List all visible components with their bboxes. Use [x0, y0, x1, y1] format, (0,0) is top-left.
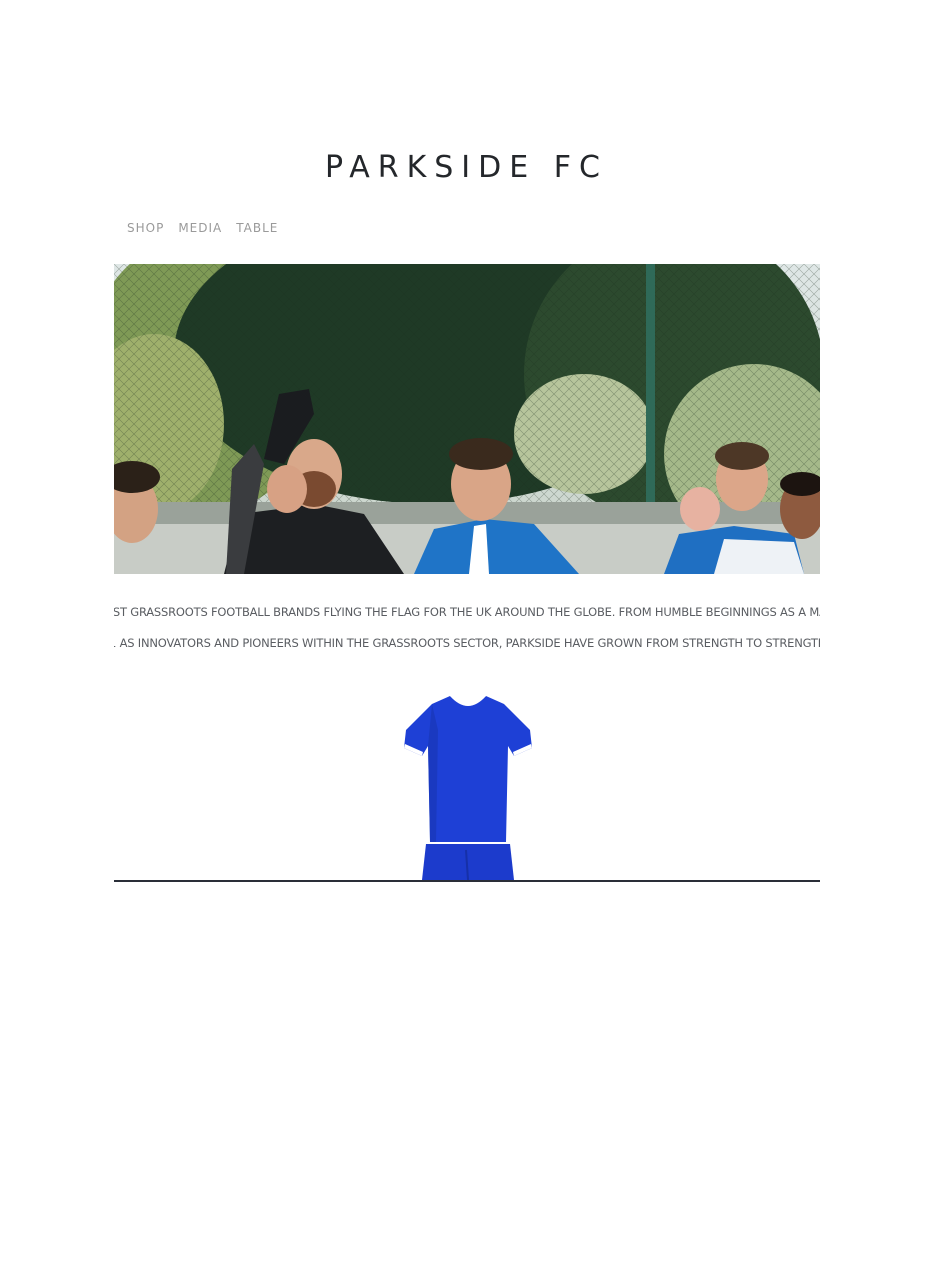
product-card[interactable]	[114, 690, 820, 882]
site-title[interactable]: PARKSIDE FC	[0, 150, 933, 185]
nav-item-shop[interactable]: SHOP	[127, 221, 164, 235]
marquee-line-2: 1 AS INNOVATORS AND PIONEERS WITHIN THE …	[114, 636, 820, 650]
marquee-line-1: OST GRASSROOTS FOOTBALL BRANDS FLYING TH…	[114, 605, 820, 619]
football-kit-image[interactable]	[402, 690, 532, 880]
nav-item-media[interactable]: MEDIA	[178, 221, 222, 235]
nav-item-table[interactable]: TABLE	[236, 221, 278, 235]
hero-image	[114, 264, 820, 574]
marquee-text-2: 1 AS INNOVATORS AND PIONEERS WITHIN THE …	[114, 636, 820, 650]
marquee-text-1: OST GRASSROOTS FOOTBALL BRANDS FLYING TH…	[114, 605, 820, 619]
main-nav: SHOP MEDIA TABLE	[127, 221, 278, 235]
